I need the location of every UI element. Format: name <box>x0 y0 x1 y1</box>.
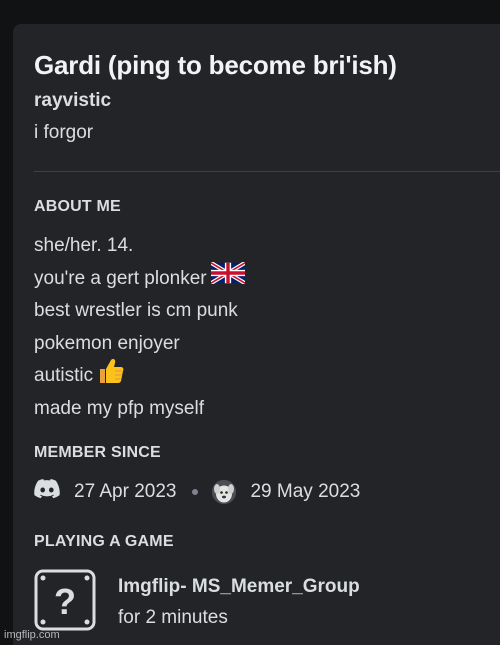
custom-status: i forgor <box>34 122 94 143</box>
unknown-game-icon: ? <box>34 569 96 631</box>
username[interactable]: rayvistic <box>34 90 111 112</box>
about-line: made my pfp myself <box>34 397 204 419</box>
about-line: best wrestler is cm punk <box>34 300 238 322</box>
game-elapsed-time: for 2 minutes <box>118 607 228 628</box>
thumbs-up-icon <box>96 356 126 397</box>
uk-flag-icon <box>209 261 246 295</box>
game-name: Imgflip- MS_Memer_Group <box>118 576 360 597</box>
member-since-row: 27 Apr 2023 29 May 2023 <box>34 479 360 505</box>
discord-join-date: 27 Apr 2023 <box>74 481 177 502</box>
about-line: you're a gert plonker <box>34 261 246 296</box>
playing-heading: PLAYING A GAME <box>34 533 174 550</box>
display-name: Gardi (ping to become bri'ish) <box>34 50 397 80</box>
about-line: she/her. 14. <box>34 235 134 257</box>
profile-card: Gardi (ping to become bri'ish) rayvistic… <box>13 24 500 645</box>
about-line: autistic <box>34 358 245 393</box>
about-me-text: she/her. 14. you're a gert plonker best … <box>34 230 246 425</box>
server-join-date: 29 May 2023 <box>250 481 361 502</box>
about-me-heading: ABOUT ME <box>34 198 121 215</box>
about-line: pokemon enjoyer <box>34 332 180 354</box>
divider <box>34 171 500 172</box>
separator-dot <box>192 489 199 495</box>
imgflip-watermark: imgflip.com <box>4 629 60 641</box>
member-since-heading: MEMBER SINCE <box>34 444 161 461</box>
server-avatar[interactable] <box>212 480 237 504</box>
discord-icon <box>34 479 60 505</box>
svg-text:?: ? <box>54 581 76 622</box>
